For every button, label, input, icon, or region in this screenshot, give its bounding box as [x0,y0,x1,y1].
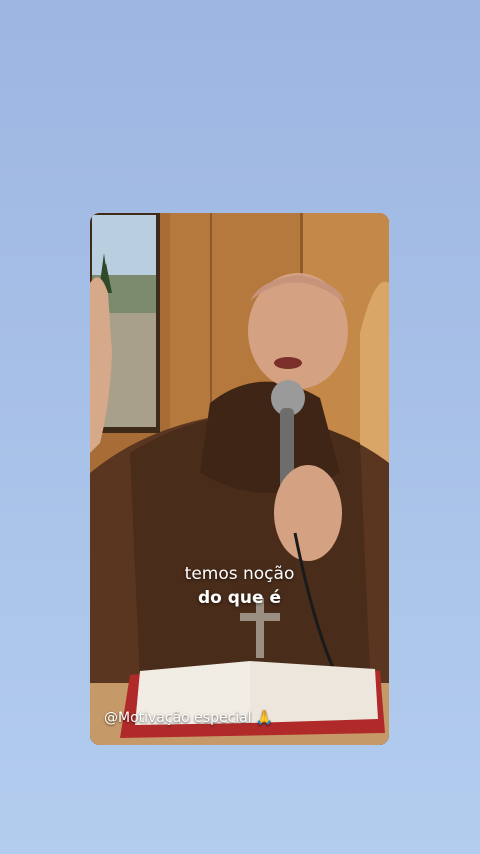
watermark-text: @Motivação especial [104,710,252,726]
video-frame [90,213,389,745]
caption-line-2: do que é [197,588,282,608]
watermark: @Motivação especial 🙏 [104,710,273,726]
caption-line-1: temos noção [184,564,295,584]
praying-hands-icon: 🙏 [255,710,274,726]
video-player[interactable]: temos noção do que é [90,213,389,745]
video-caption: temos noção do que é [90,562,389,610]
